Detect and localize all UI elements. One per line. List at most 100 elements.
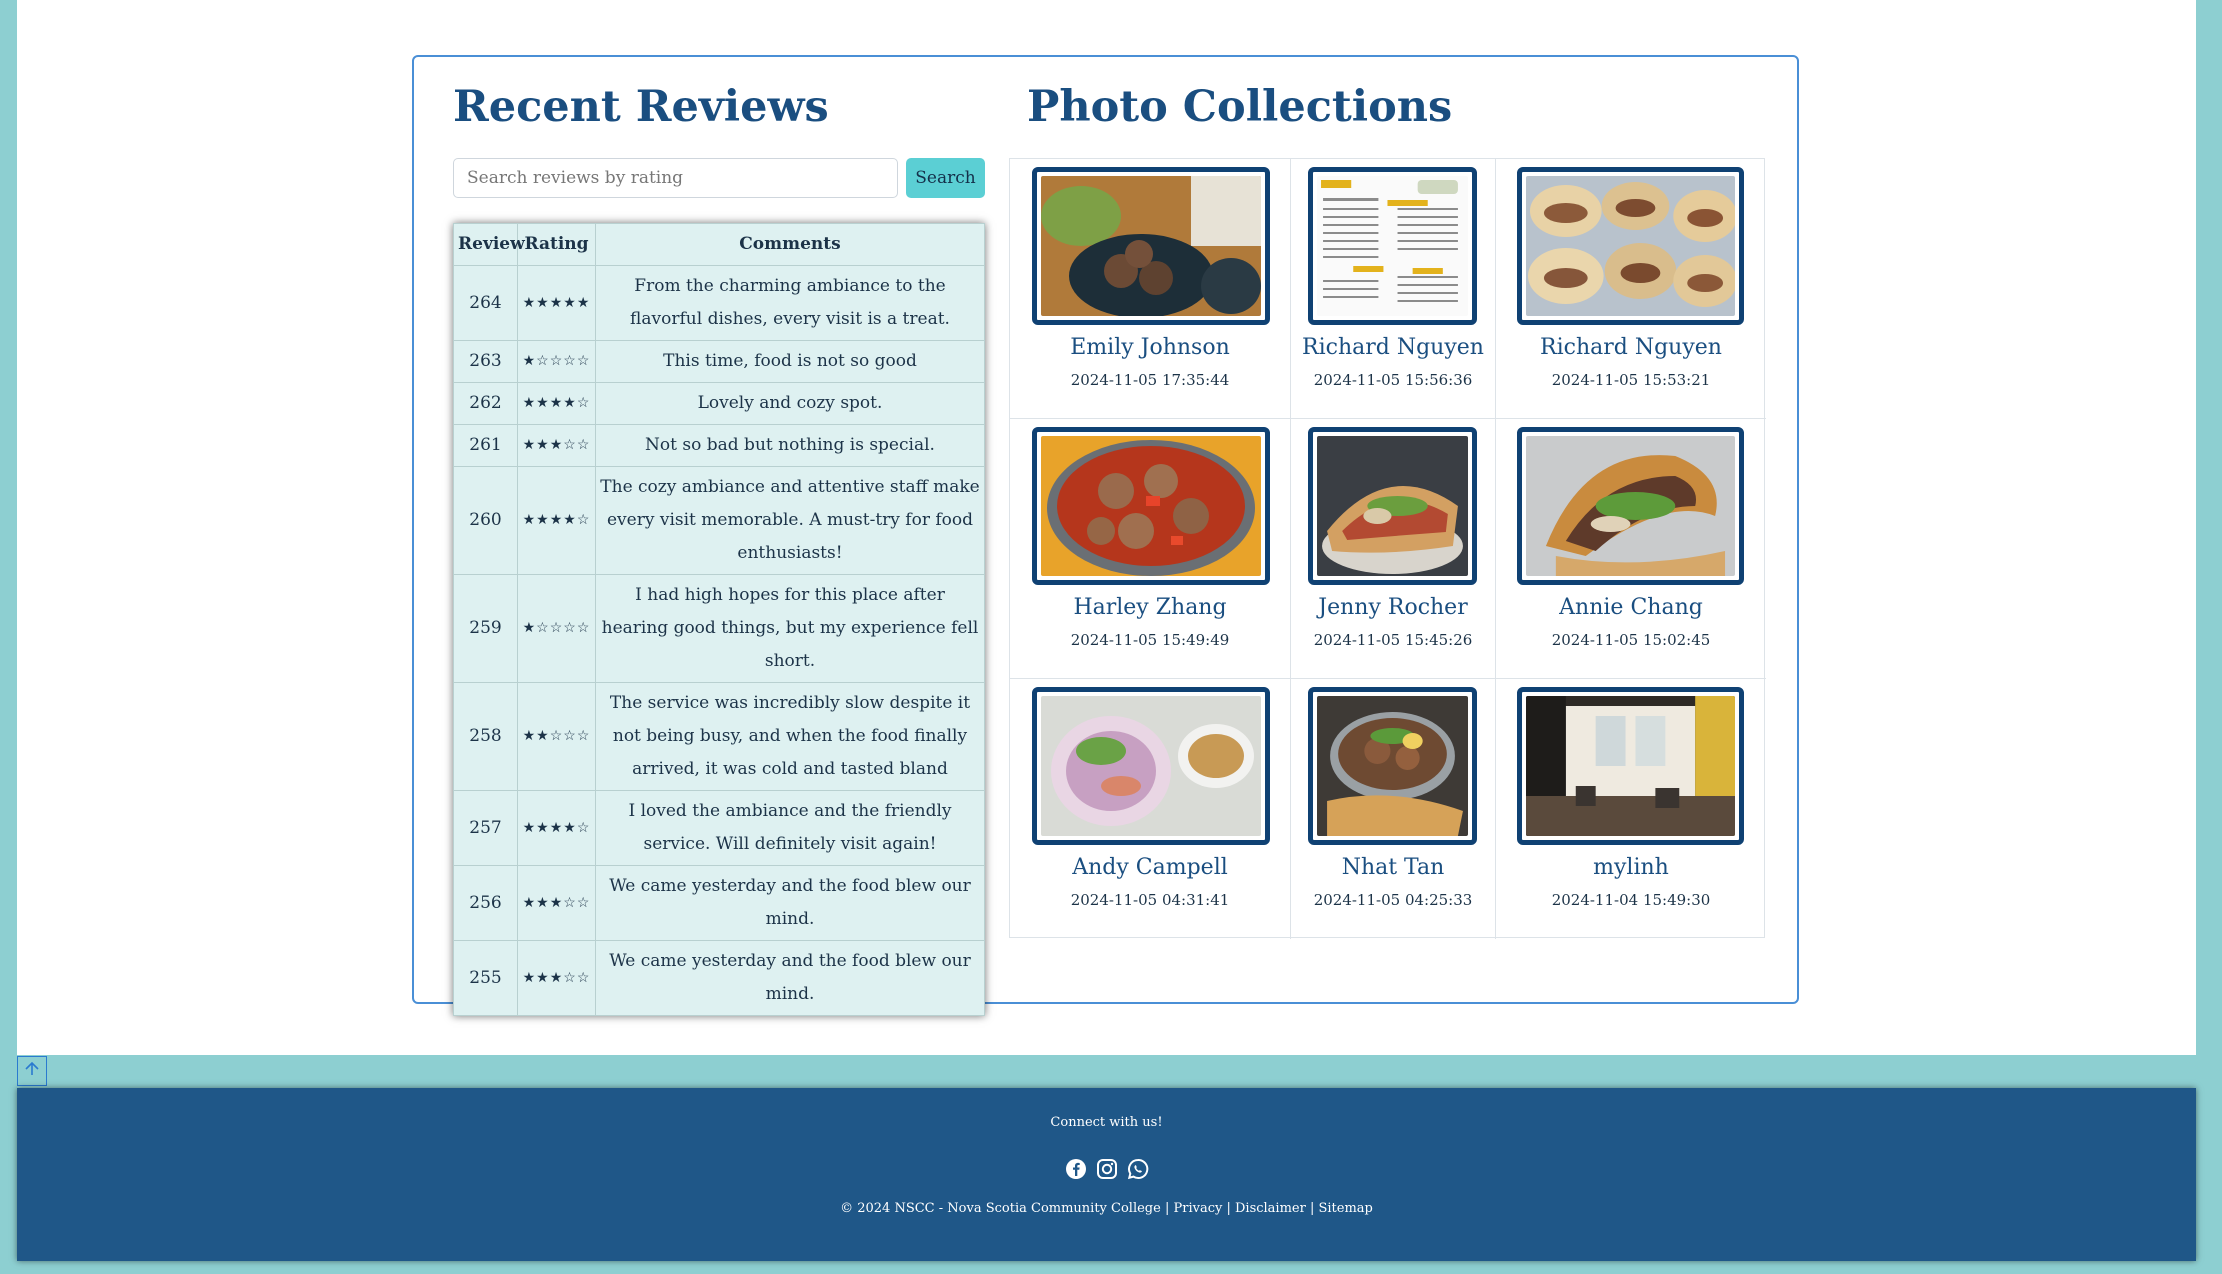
review-id: 258: [453, 682, 518, 791]
rating-stars: ★☆☆☆☆: [517, 340, 596, 383]
review-comment: I had high hopes for this place after he…: [595, 574, 985, 683]
photo-card[interactable]: Richard Nguyen 2024-11-05 15:56:36: [1291, 159, 1496, 419]
photo-thumbnail[interactable]: [1032, 167, 1270, 325]
photo-author: Jenny Rocher: [1318, 595, 1468, 620]
photo-card[interactable]: Emily Johnson 2024-11-05 17:35:44: [1010, 159, 1291, 419]
column-header-review: Review: [453, 223, 525, 266]
photo-date: 2024-11-04 15:49:30: [1551, 891, 1711, 909]
privacy-link[interactable]: Privacy: [1173, 1201, 1222, 1216]
table-row: 258 ★★☆☆☆ The service was incredibly slo…: [453, 682, 985, 791]
rating-stars: ★★★★☆: [517, 790, 596, 866]
table-row: 264 ★★★★★ From the charming ambiance to …: [453, 265, 985, 341]
photo-thumbnail[interactable]: [1032, 687, 1270, 845]
site-footer: Connect with us! © 2024 NSCC - Nova Scot…: [17, 1088, 2196, 1261]
reviews-table: Review Rating Comments 264 ★★★★★ From th…: [453, 223, 985, 1016]
review-comment: Not so bad but nothing is special.: [595, 424, 985, 467]
photo-thumbnail[interactable]: [1517, 687, 1744, 845]
review-id: 261: [453, 424, 518, 467]
photo-thumbnail[interactable]: [1517, 167, 1744, 325]
rating-stars: ★★★☆☆: [517, 865, 596, 941]
rating-stars: ★★★★☆: [517, 466, 596, 575]
review-id: 260: [453, 466, 518, 575]
rating-stars: ★★★★★: [517, 265, 596, 341]
photo-author: Richard Nguyen: [1540, 335, 1722, 360]
photos-title: Photo Collections: [1027, 82, 1453, 132]
photo-card[interactable]: Annie Chang 2024-11-05 15:02:45: [1496, 419, 1766, 679]
review-id: 257: [453, 790, 518, 866]
table-row: 262 ★★★★☆ Lovely and cozy spot.: [453, 382, 985, 425]
review-comment: The cozy ambiance and attentive staff ma…: [595, 466, 985, 575]
column-header-rating: Rating: [517, 223, 596, 266]
review-comment: I loved the ambiance and the friendly se…: [595, 790, 985, 866]
search-button[interactable]: Search: [906, 158, 985, 198]
review-id: 262: [453, 382, 518, 425]
review-comment: The service was incredibly slow despite …: [595, 682, 985, 791]
review-id: 255: [453, 940, 518, 1016]
rating-stars: ★★★☆☆: [517, 940, 596, 1016]
photo-date: 2024-11-05 17:35:44: [1070, 371, 1230, 389]
scroll-to-top-button[interactable]: [17, 1056, 47, 1086]
rating-stars: ★★★☆☆: [517, 424, 596, 467]
whatsapp-icon[interactable]: [1127, 1158, 1149, 1184]
photo-thumbnail[interactable]: [1308, 167, 1477, 325]
instagram-icon[interactable]: [1096, 1158, 1118, 1184]
review-comment: From the charming ambiance to the flavor…: [595, 265, 985, 341]
photo-thumbnail[interactable]: [1308, 687, 1477, 845]
table-row: 260 ★★★★☆ The cozy ambiance and attentiv…: [453, 466, 985, 575]
photo-author: Harley Zhang: [1073, 595, 1227, 620]
sitemap-link[interactable]: Sitemap: [1318, 1201, 1372, 1216]
photo-author: mylinh: [1593, 855, 1669, 880]
table-row: 256 ★★★☆☆ We came yesterday and the food…: [453, 865, 985, 941]
copyright-text: © 2024 NSCC - Nova Scotia Community Coll…: [840, 1201, 1161, 1216]
rating-stars: ★★☆☆☆: [517, 682, 596, 791]
photo-date: 2024-11-05 15:56:36: [1313, 371, 1473, 389]
table-row: 261 ★★★☆☆ Not so bad but nothing is spec…: [453, 424, 985, 467]
review-comment: This time, food is not so good: [595, 340, 985, 383]
photo-thumbnail[interactable]: [1517, 427, 1744, 585]
photo-date: 2024-11-05 04:25:33: [1313, 891, 1473, 909]
footer-copyright-line: © 2024 NSCC - Nova Scotia Community Coll…: [840, 1201, 1373, 1216]
column-header-comments: Comments: [595, 223, 985, 266]
photo-date: 2024-11-05 15:49:49: [1070, 631, 1230, 649]
facebook-icon[interactable]: [1065, 1158, 1087, 1184]
review-id: 264: [453, 265, 518, 341]
photo-author: Nhat Tan: [1341, 855, 1445, 880]
review-id: 256: [453, 865, 518, 941]
photo-date: 2024-11-05 15:45:26: [1313, 631, 1473, 649]
table-row: 257 ★★★★☆ I loved the ambiance and the f…: [453, 790, 985, 866]
social-links: [17, 1158, 2196, 1184]
photo-author: Richard Nguyen: [1302, 335, 1484, 360]
photo-card[interactable]: Harley Zhang 2024-11-05 15:49:49: [1010, 419, 1291, 679]
review-comment: We came yesterday and the food blew our …: [595, 865, 985, 941]
reviews-title: Recent Reviews: [453, 82, 829, 132]
photo-card[interactable]: mylinh 2024-11-04 15:49:30: [1496, 679, 1766, 939]
rating-stars: ★★★★☆: [517, 382, 596, 425]
table-row: 255 ★★★☆☆ We came yesterday and the food…: [453, 940, 985, 1016]
review-id: 259: [453, 574, 518, 683]
search-reviews-input[interactable]: [453, 158, 898, 198]
content-card: Recent Reviews Search Review Rating Comm…: [412, 55, 1799, 1016]
table-header-row: Review Rating Comments: [453, 223, 985, 266]
rating-stars: ★☆☆☆☆: [517, 574, 596, 683]
table-row: 259 ★☆☆☆☆ I had high hopes for this plac…: [453, 574, 985, 683]
arrow-up-icon: [24, 1061, 40, 1081]
photo-author: Emily Johnson: [1070, 335, 1230, 360]
review-comment: Lovely and cozy spot.: [595, 382, 985, 425]
photo-card[interactable]: Nhat Tan 2024-11-05 04:25:33: [1291, 679, 1496, 939]
disclaimer-link[interactable]: Disclaimer: [1235, 1201, 1306, 1216]
photo-date: 2024-11-05 15:02:45: [1551, 631, 1711, 649]
photo-thumbnail[interactable]: [1308, 427, 1477, 585]
photo-card[interactable]: Jenny Rocher 2024-11-05 15:45:26: [1291, 419, 1496, 679]
table-row: 263 ★☆☆☆☆ This time, food is not so good: [453, 340, 985, 383]
review-comment: We came yesterday and the food blew our …: [595, 940, 985, 1016]
photo-date: 2024-11-05 15:53:21: [1551, 371, 1711, 389]
review-id: 263: [453, 340, 518, 383]
photo-date: 2024-11-05 04:31:41: [1070, 891, 1230, 909]
photo-card[interactable]: Andy Campell 2024-11-05 04:31:41: [1010, 679, 1291, 939]
photo-thumbnail[interactable]: [1032, 427, 1270, 585]
photo-author: Andy Campell: [1072, 855, 1228, 880]
photo-author: Annie Chang: [1559, 595, 1703, 620]
photo-gallery: Emily Johnson 2024-11-05 17:35:44 Richar…: [1009, 158, 1766, 939]
connect-text: Connect with us!: [1050, 1115, 1163, 1130]
photo-card[interactable]: Richard Nguyen 2024-11-05 15:53:21: [1496, 159, 1766, 419]
